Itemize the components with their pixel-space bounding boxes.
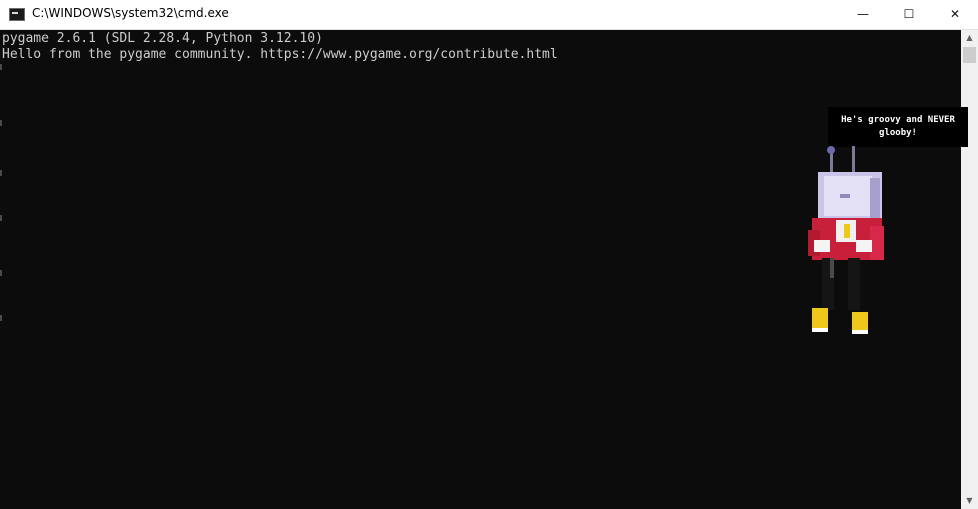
console-line: Hello from the pygame community. https:/… <box>2 47 558 62</box>
tv-head-character-sprite <box>808 146 884 334</box>
scroll-up-arrow-icon[interactable]: ▲ <box>961 30 978 46</box>
window-title: C:\WINDOWS\system32\cmd.exe <box>32 6 229 20</box>
scroll-down-arrow-icon[interactable]: ▼ <box>961 493 978 509</box>
window-edge-marks <box>0 30 3 509</box>
cmd-icon <box>9 8 25 21</box>
minimize-button[interactable]: — <box>840 0 886 30</box>
title-bar[interactable]: C:\WINDOWS\system32\cmd.exe — ☐ ✕ <box>0 0 978 30</box>
scroll-thumb[interactable] <box>963 47 976 63</box>
maximize-button[interactable]: ☐ <box>886 0 932 30</box>
speech-text-line: glooby! <box>879 128 917 138</box>
close-button[interactable]: ✕ <box>932 0 978 30</box>
speech-text-line: He's groovy and NEVER <box>841 115 955 125</box>
vertical-scrollbar[interactable]: ▲ ▼ <box>961 30 978 509</box>
console-line: pygame 2.6.1 (SDL 2.28.4, Python 3.12.10… <box>2 31 323 46</box>
